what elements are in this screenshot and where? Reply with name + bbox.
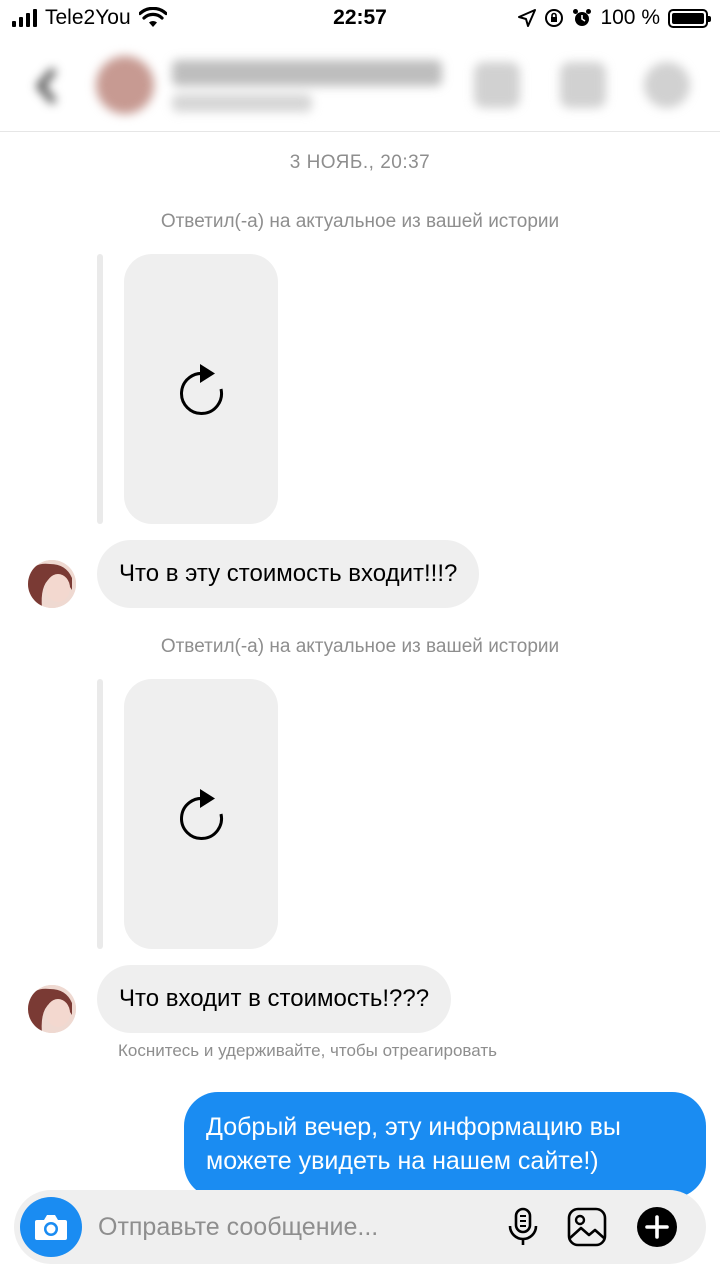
message-timestamp: 3 НОЯБ., 20:37 (289, 152, 431, 173)
gallery-button[interactable] (564, 1204, 610, 1250)
sender-avatar[interactable] (28, 560, 76, 608)
header-username (172, 94, 312, 112)
back-arrow-icon[interactable] (34, 66, 58, 106)
incoming-message[interactable]: Что в эту стоимость входит!!!? (97, 540, 480, 608)
battery-icon (668, 8, 711, 28)
microphone-icon (508, 1207, 538, 1245)
rotation-lock-icon (545, 9, 564, 27)
plus-circle-icon (637, 1207, 677, 1247)
outgoing-message[interactable]: Добрый вечер, эту информацию вы можете у… (184, 1092, 706, 1198)
header-contact-name[interactable] (172, 60, 442, 86)
reply-quote-bar (97, 254, 103, 524)
story-reply-note: Ответил(-а) на актуальное из вашей истор… (160, 636, 560, 657)
story-preview[interactable] (124, 254, 278, 524)
story-preview[interactable] (124, 679, 278, 949)
add-button[interactable] (634, 1204, 680, 1250)
camera-icon (35, 1215, 67, 1240)
gallery-icon (567, 1207, 607, 1247)
reload-icon[interactable] (170, 358, 232, 420)
incoming-message[interactable]: Что входит в стоимость!??? (97, 965, 452, 1033)
alarm-icon (573, 9, 592, 26)
status-bar: Tele2You 22:57 100 % (0, 0, 720, 38)
story-reply-note: Ответил(-а) на актуальное из вашей истор… (160, 211, 560, 232)
header-avatar[interactable] (96, 56, 154, 114)
sender-avatar[interactable] (28, 985, 76, 1033)
battery-percent: 100 % (600, 6, 660, 29)
message-composer (14, 1190, 706, 1264)
status-right: 100 % (518, 6, 711, 30)
avatar-photo (28, 985, 76, 1033)
avatar-photo (28, 560, 76, 608)
video-call-icon[interactable] (474, 62, 520, 108)
header-divider (0, 131, 720, 132)
reply-quote-bar (97, 679, 103, 949)
chat-header (0, 46, 720, 130)
microphone-button[interactable] (500, 1204, 546, 1250)
flag-icon[interactable] (560, 62, 606, 108)
camera-button[interactable] (20, 1197, 82, 1257)
reload-icon[interactable] (170, 783, 232, 845)
location-arrow-icon (518, 9, 537, 27)
message-input[interactable] (98, 1190, 478, 1264)
react-hint: Коснитесь и удерживайте, чтобы отреагиро… (118, 1041, 497, 1060)
info-icon[interactable] (644, 62, 690, 108)
